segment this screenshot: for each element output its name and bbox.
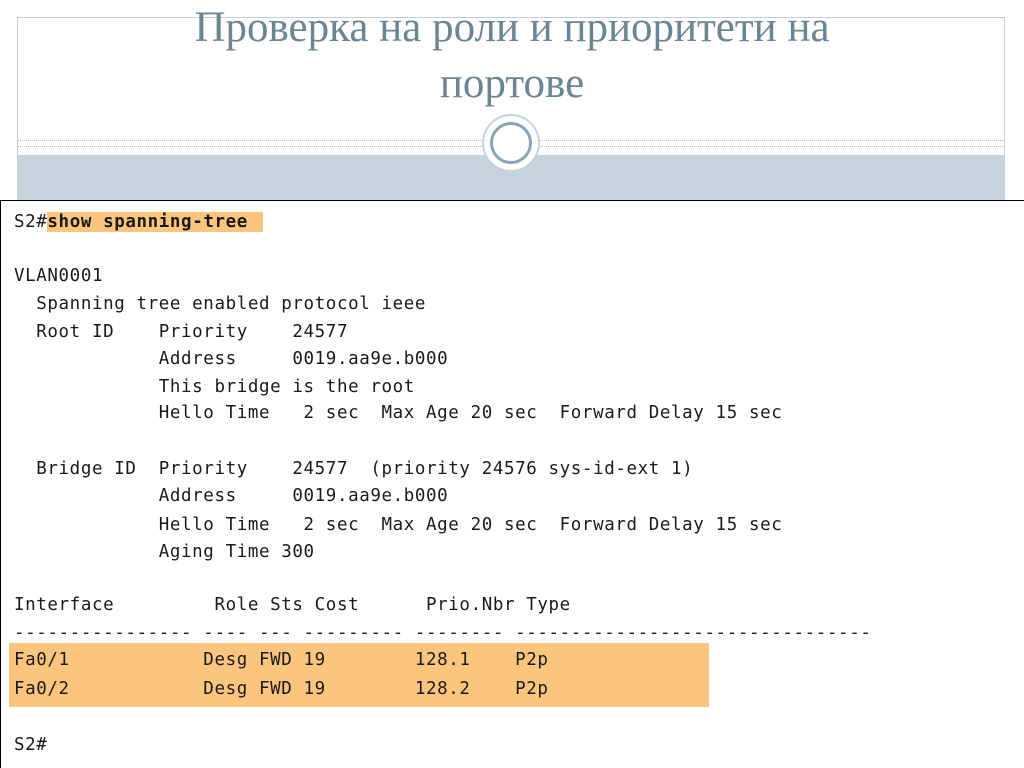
bridge-timers-line: Hello Time 2 sec Max Age 20 sec Forward … [14, 515, 783, 535]
slide-title: Проверка на роли и приоритети на портове [194, 4, 830, 107]
bridge-aging-line: Aging Time 300 [14, 542, 315, 562]
root-address-line: Address 0019.aa9e.b000 [14, 349, 449, 369]
table-row: Fa0/1 Desg FWD 19 128.1 P2p [14, 650, 549, 670]
table-header: Interface Role Sts Cost Prio.Nbr Type [14, 595, 571, 615]
final-prompt: S2# [14, 735, 48, 755]
command-text: show spanning-tree [47, 212, 264, 232]
bridge-address-line: Address 0019.aa9e.b000 [14, 486, 449, 506]
root-priority-line: Root ID Priority 24577 [14, 322, 349, 342]
circle-ornament-inner [490, 122, 532, 164]
table-row: Fa0/2 Desg FWD 19 128.2 P2p [14, 679, 549, 699]
prompt: S2# [14, 212, 48, 232]
bridge-priority-line: Bridge ID Priority 24577 (priority 24576… [14, 459, 694, 479]
protocol-line: Spanning tree enabled protocol ieee [14, 294, 427, 314]
table-separator: ---------------- ---- --- --------- ----… [14, 623, 872, 643]
root-timers-line: Hello Time 2 sec Max Age 20 sec Forward … [14, 403, 783, 423]
root-note-line: This bridge is the root [14, 377, 415, 397]
command-line: S2#show spanning-tree [14, 212, 264, 232]
vlan-line: VLAN0001 [14, 266, 104, 286]
